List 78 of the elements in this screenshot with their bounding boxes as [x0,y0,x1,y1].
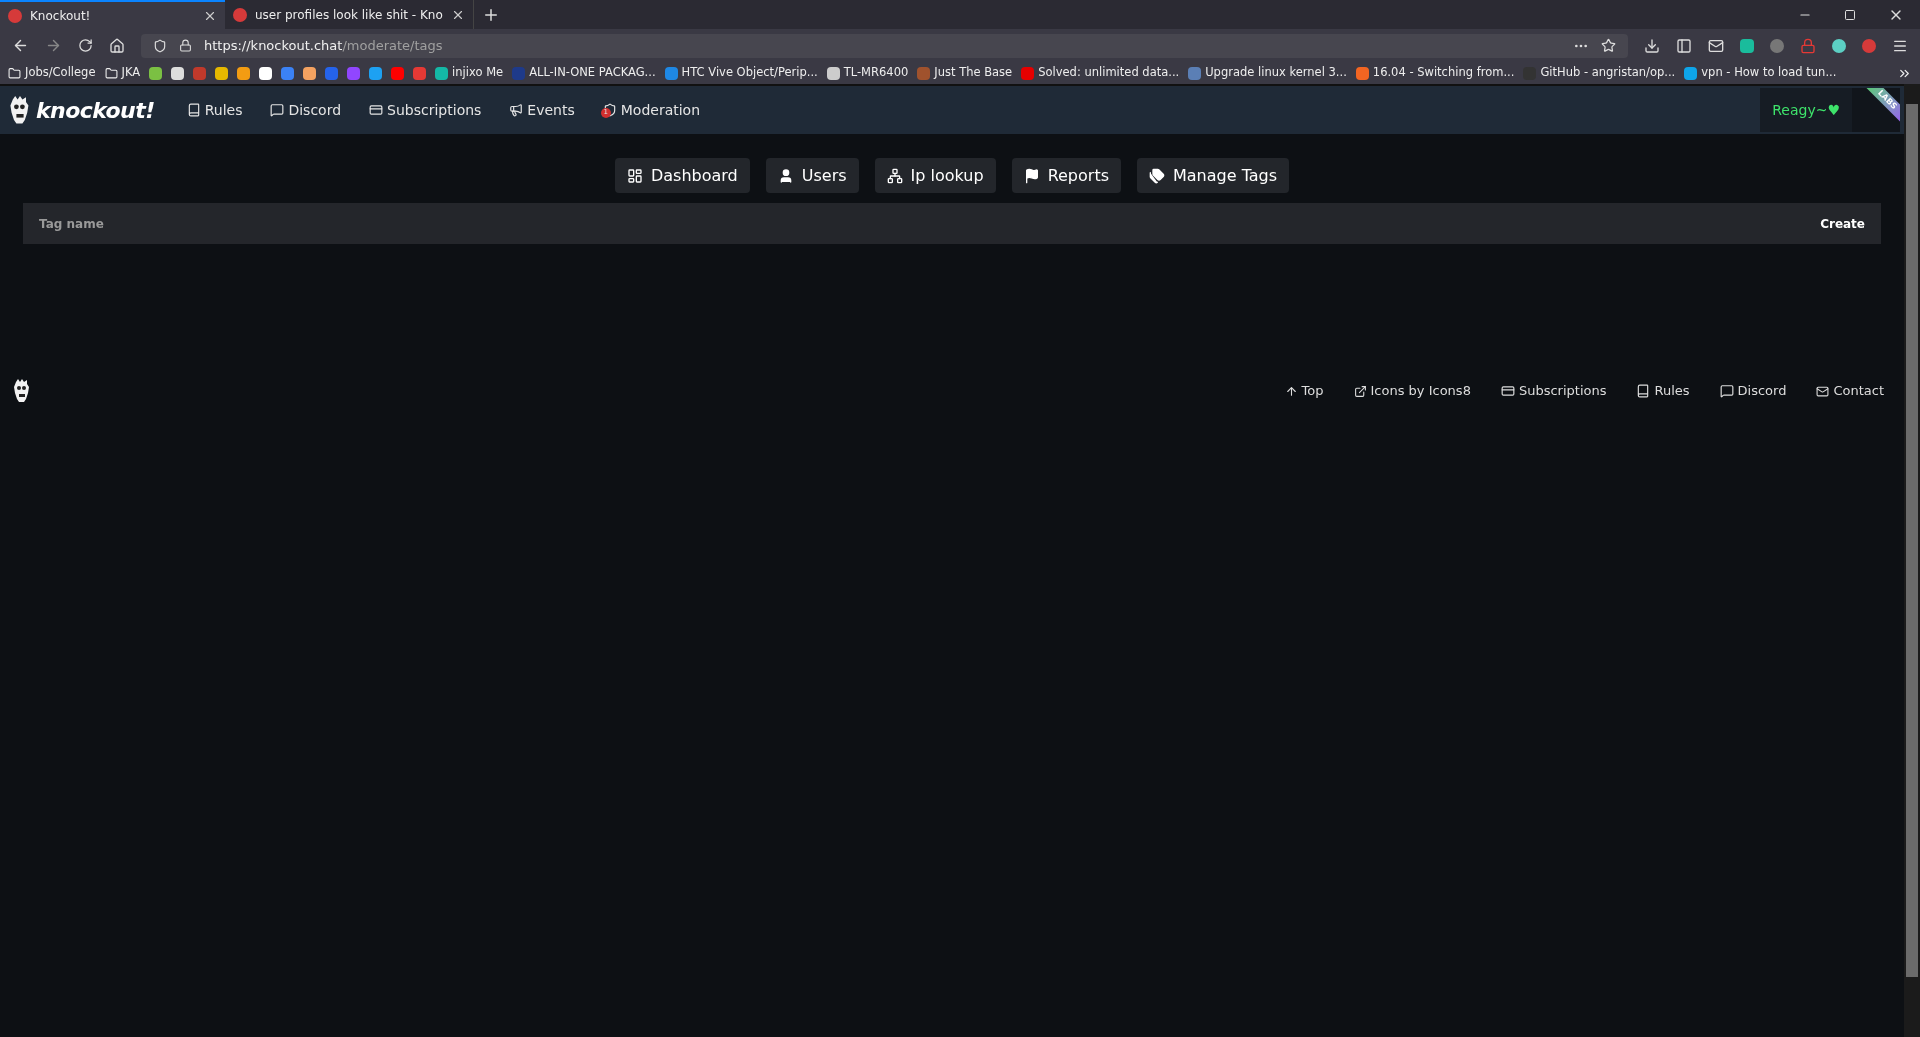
chat-icon [1719,384,1734,398]
bookmark[interactable]: 16.04 - Switching from... [1355,64,1515,82]
chat-icon [270,103,285,117]
folder-icon [8,66,21,80]
maximize-icon[interactable] [1844,8,1856,21]
download-icon[interactable] [1644,37,1660,54]
bookmark-icon[interactable] [259,66,273,80]
reload-icon[interactable] [78,38,93,53]
site-logo[interactable]: knockout! [0,93,187,127]
bookmark[interactable]: GitHub - angristan/op... [1523,64,1676,82]
footer-link[interactable]: Rules [1636,381,1690,401]
bookmark-icon[interactable] [303,66,317,80]
forward-icon[interactable] [45,37,62,54]
tab-favicon-icon [233,7,247,22]
footer-link[interactable]: Contact [1816,381,1884,401]
footer-link[interactable]: Top [1284,381,1324,401]
card-icon [369,103,384,117]
tag-name-field[interactable]: Tag name [23,203,1813,244]
shield-icon [602,103,617,117]
dashboard-icon [626,167,643,184]
bookmark[interactable]: injixo Me [435,64,504,82]
folder-icon [104,66,118,80]
moderation-tab[interactable]: Users [765,158,859,193]
bookmark[interactable]: Jobs/College [8,64,96,82]
scrollbar[interactable] [1904,84,1920,1037]
bookmark[interactable]: vpn - How to load tun... [1684,64,1837,82]
moderation-tab[interactable]: Dashboard [614,158,750,193]
card-icon [1500,384,1515,398]
home-icon[interactable] [109,37,125,54]
moderation-tab[interactable]: Ip lookup [874,158,996,193]
mail-icon[interactable] [1708,37,1724,54]
back-icon[interactable] [12,37,29,54]
bookmark-icon[interactable] [237,66,251,80]
bookmark-icon[interactable] [215,66,229,80]
arrow-up-icon [1284,384,1298,398]
tags-icon [1149,167,1165,184]
star-icon[interactable] [1601,38,1616,53]
extension-icon[interactable] [1740,38,1754,53]
user-menu-button[interactable]: Reagy~♥ [1760,88,1852,132]
footer-link[interactable]: Discord [1719,381,1787,401]
bookmark[interactable]: Just The Base [917,64,1013,82]
nav-link[interactable]: Events [509,99,575,121]
book-icon [186,103,201,117]
footer-link[interactable]: Icons by Icons8 [1353,381,1471,401]
nav-link[interactable]: Subscriptions [369,99,482,121]
tab-title: Knockout! [30,7,92,25]
url-text: https://knockout.chat/moderate/tags [204,36,443,55]
extension-icon[interactable] [1770,38,1784,53]
create-button[interactable]: Create [1812,203,1881,244]
bookmark-icon[interactable] [171,66,185,80]
lock-icon[interactable] [1800,37,1816,54]
tab-title: user profiles look like shit - Kno [255,6,443,24]
bookmark[interactable]: ALL-IN-ONE PACKAG... [512,64,656,82]
mail-icon [1816,384,1830,398]
moderation-tab[interactable]: Manage Tags [1137,158,1290,193]
lock-icon [179,39,192,52]
footer-link[interactable]: Subscriptions [1500,381,1607,401]
sidebar-icon[interactable] [1676,37,1692,54]
network-icon [886,167,903,184]
external-link-icon [1353,384,1367,398]
megaphone-icon [509,103,524,117]
flag-icon [1023,167,1040,184]
shield-icon [153,38,167,53]
bookmark[interactable]: Upgrade linux kernel 3... [1188,64,1347,82]
mascot-logo-icon [12,379,32,403]
tab-favicon-icon [8,8,22,23]
bookmark[interactable]: Solved: unlimited data... [1021,64,1180,82]
nav-link[interactable]: Rules [186,99,243,121]
extension-icon[interactable] [1832,38,1846,53]
book-icon [1636,384,1651,398]
bookmark[interactable]: TL-MR6400 [826,64,909,82]
bookmark[interactable]: HTC Vive Object/Perip... [664,64,818,82]
browser-tab[interactable]: Knockout! [0,0,225,29]
moderation-tab[interactable]: Reports [1011,158,1121,193]
address-bar[interactable]: https://knockout.chat/moderate/tags [141,33,1628,58]
bookmark[interactable]: JKA [104,64,141,82]
nav-link[interactable]: Discord [270,99,342,121]
bookmark-icon[interactable] [149,66,163,80]
